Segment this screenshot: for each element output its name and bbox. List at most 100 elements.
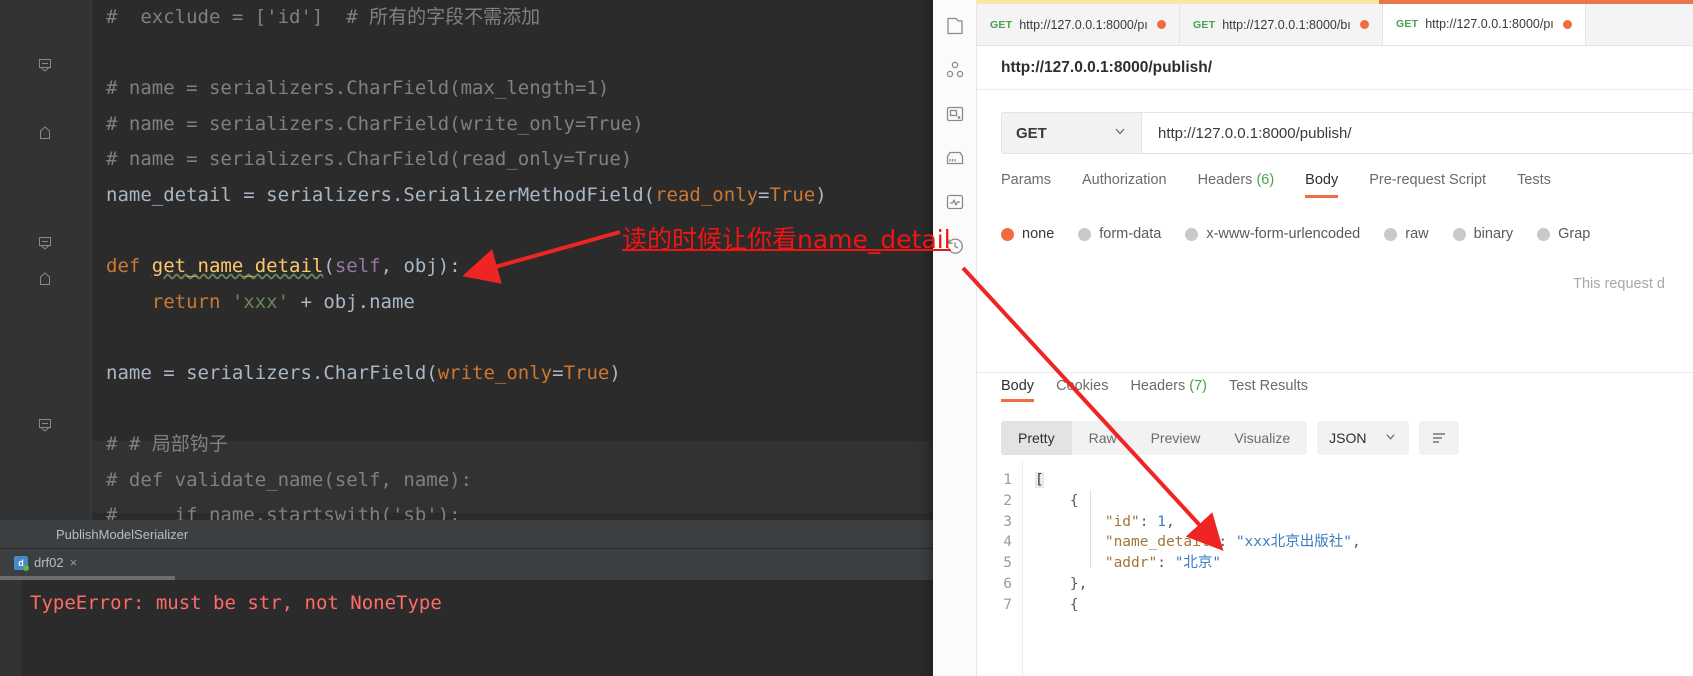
fold-marker[interactable]	[38, 418, 52, 432]
collections-icon[interactable]	[943, 14, 967, 38]
apis-icon[interactable]	[943, 58, 967, 82]
request-tab-authorization[interactable]: Authorization	[1082, 172, 1185, 198]
unsaved-dot-icon[interactable]	[1157, 20, 1166, 29]
close-icon[interactable]: ×	[70, 555, 78, 570]
code-token: return	[106, 290, 232, 313]
radio-label: none	[1022, 226, 1055, 242]
json-token: ,	[1351, 534, 1361, 551]
json-line: "addr": "北京"	[1035, 553, 1693, 574]
text-wrap-icon[interactable]	[1419, 421, 1460, 455]
line-number: 3	[1003, 513, 1012, 530]
code-token: # exclude = ['id'] # 所有的字段不需添加	[106, 6, 541, 28]
console-gutter	[0, 576, 22, 676]
fold-marker[interactable]	[38, 272, 52, 286]
breadcrumb-label: PublishModelSerializer	[56, 526, 189, 542]
json-line: {	[1035, 595, 1693, 616]
monitors-icon[interactable]	[943, 190, 967, 214]
view-mode-preview[interactable]: Preview	[1134, 421, 1218, 455]
run-tab-label: drf02	[34, 555, 64, 570]
line-number: 4	[1003, 534, 1012, 551]
body-type-binary[interactable]: binary	[1452, 226, 1513, 242]
json-token: {	[1035, 596, 1079, 613]
run-console[interactable]: TypeError: must be str, not NoneType	[0, 576, 933, 676]
method-select[interactable]: GET	[1001, 112, 1141, 154]
body-type-grap[interactable]: Grap	[1537, 226, 1590, 242]
radio-label: x-www-form-urlencoded	[1206, 226, 1361, 242]
request-tab-pre-request-script[interactable]: Pre-request Script	[1369, 172, 1504, 198]
tab-url-label: http://127.0.0.1:8000/pı	[1425, 17, 1554, 31]
view-mode-pretty[interactable]: Pretty	[1001, 421, 1072, 455]
annotation-text: 读的时候让你看name_detail	[622, 225, 951, 254]
response-body-viewer[interactable]: 1 2 3 4 5 6 7 [ { "id": 1, "name_detail": "xxx…	[977, 462, 1693, 676]
format-select[interactable]: JSON	[1317, 421, 1410, 455]
code-line: # def validate_name(self, name):	[106, 463, 472, 499]
code-token: (	[323, 255, 335, 278]
code-token: # name = serializers.CharField(read_only…	[106, 148, 633, 171]
response-tab-cookies[interactable]: Cookies	[1056, 378, 1108, 402]
no-body-message: This request d	[1573, 276, 1665, 292]
request-title: http://127.0.0.1:8000/publish/	[977, 46, 1693, 90]
body-type-x-www-form-urlencoded[interactable]: x-www-form-urlencoded	[1185, 226, 1360, 242]
response-line-numbers: 1 2 3 4 5 6 7	[977, 462, 1023, 676]
radio-label: form-data	[1099, 226, 1162, 242]
unsaved-dot-icon[interactable]	[1563, 19, 1572, 29]
request-tab-headers[interactable]: Headers (6)	[1198, 172, 1293, 198]
line-number: 1	[1003, 472, 1012, 488]
json-token: :	[1218, 534, 1236, 551]
fold-marker[interactable]	[38, 236, 52, 250]
tab-label: Body	[1305, 172, 1339, 188]
response-tab-headers[interactable]: Headers (7)	[1130, 378, 1207, 402]
unsaved-dot-icon[interactable]	[1360, 20, 1369, 29]
run-tab-drf02[interactable]: d drf02 ×	[8, 553, 83, 572]
body-type-radios: none form-data x-www-form-urlencoded raw bin…	[977, 219, 1693, 249]
response-view-toolbar: Pretty Raw Preview Visualize JSON	[977, 418, 1693, 458]
breadcrumb[interactable]: PublishModelSerializer	[0, 520, 933, 548]
tab-label: Authorization	[1081, 172, 1167, 188]
json-token: "name_detail"	[1104, 534, 1219, 551]
console-error-text: TypeError: must be str, not NoneType	[30, 592, 442, 614]
radio-icon	[1001, 227, 1014, 241]
view-mode-segmented: Pretty Raw Preview Visualize	[1001, 421, 1308, 455]
mock-servers-icon[interactable]	[943, 146, 967, 170]
radio-label: raw	[1405, 226, 1429, 242]
code-token: + obj.name	[289, 290, 415, 313]
response-tab-body[interactable]: Body	[1001, 378, 1035, 402]
view-mode-visualize[interactable]: Visualize	[1217, 421, 1307, 455]
code-token: # # 局部钩子	[106, 433, 228, 456]
tab-label: Tests	[1517, 172, 1551, 188]
code-line: # name = serializers.CharField(read_only…	[106, 142, 632, 178]
code-token: get_name_detail	[151, 255, 324, 278]
horizontal-scrollbar[interactable]	[0, 576, 933, 580]
request-tab-params[interactable]: Params	[1001, 172, 1069, 198]
body-type-form-data[interactable]: form-data	[1078, 226, 1161, 242]
scrollbar-thumb[interactable]	[0, 576, 175, 580]
request-tab-tests[interactable]: Tests	[1517, 172, 1569, 198]
request-tab[interactable]: GET http://127.0.0.1:8000/bı	[1180, 4, 1383, 45]
request-tab-body[interactable]: Body	[1305, 172, 1356, 198]
request-tab[interactable]: GET http://127.0.0.1:8000/pı	[977, 4, 1180, 45]
json-line: },	[1035, 574, 1693, 595]
code-line: # name = serializers.CharField(max_lengt…	[106, 71, 609, 107]
request-tab[interactable]: GET http://127.0.0.1:8000/pı	[1383, 4, 1586, 45]
response-tab-test-results[interactable]: Test Results	[1229, 378, 1308, 402]
fold-marker[interactable]	[38, 126, 52, 140]
code-token: =	[758, 184, 770, 206]
json-token: 1	[1157, 513, 1166, 530]
line-number: 5	[1003, 555, 1012, 572]
radio-icon	[1078, 227, 1092, 241]
editor-gutter[interactable]	[0, 0, 92, 548]
json-line: [	[1035, 470, 1693, 491]
url-input[interactable]: http://127.0.0.1:8000/publish/	[1141, 112, 1693, 154]
radio-icon	[1452, 227, 1466, 241]
body-type-raw[interactable]: raw	[1384, 226, 1429, 242]
json-token: "id"	[1104, 513, 1140, 530]
line-number: 2	[1003, 492, 1012, 509]
view-mode-raw[interactable]: Raw	[1072, 421, 1134, 455]
body-type-none[interactable]: none	[1001, 226, 1054, 242]
json-token: "addr"	[1104, 555, 1158, 572]
tab-label: Headers	[1130, 378, 1186, 394]
fold-marker[interactable]	[38, 58, 52, 72]
environments-icon[interactable]	[943, 102, 967, 126]
code-token: write_only	[437, 362, 553, 384]
